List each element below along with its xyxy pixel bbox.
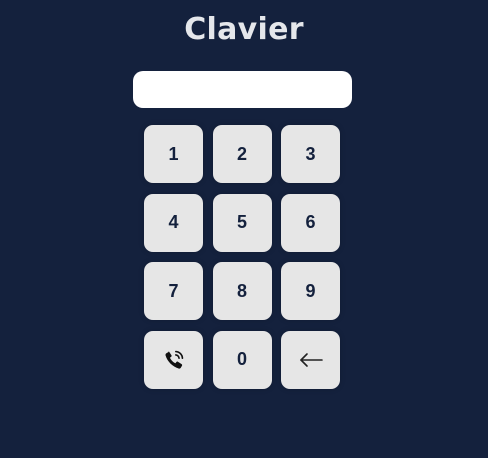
key-9-button[interactable]: 9	[281, 262, 340, 320]
dialer-app: Clavier 1 2 3 4 5 6 7 8 9 0	[0, 0, 488, 458]
keypad: 1 2 3 4 5 6 7 8 9 0	[144, 125, 340, 389]
key-1-button[interactable]: 1	[144, 125, 203, 183]
key-6-button[interactable]: 6	[281, 193, 340, 252]
key-7-button[interactable]: 7	[144, 262, 203, 320]
key-5-button[interactable]: 5	[212, 193, 272, 252]
key-2-button[interactable]: 2	[212, 125, 272, 183]
key-0-button[interactable]: 0	[212, 330, 272, 389]
key-3-button[interactable]: 3	[281, 125, 340, 183]
backspace-arrow-icon	[298, 352, 324, 368]
number-display-input[interactable]	[133, 71, 352, 108]
phone-call-icon	[163, 349, 185, 371]
call-button[interactable]	[144, 330, 203, 389]
key-4-button[interactable]: 4	[144, 193, 203, 252]
page-title: Clavier	[184, 12, 304, 47]
backspace-button[interactable]	[281, 330, 340, 389]
key-8-button[interactable]: 8	[212, 262, 272, 320]
